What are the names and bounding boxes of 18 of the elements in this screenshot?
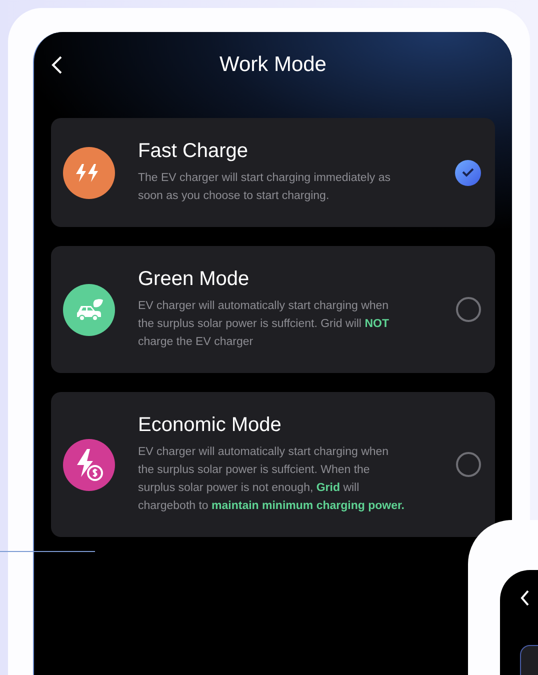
mode-card[interactable]: Fast Charge The EV charger will start charging immediately as soon as you choose to start charging.	[51, 118, 495, 227]
radio-checked[interactable]	[455, 160, 481, 186]
back-icon[interactable]	[51, 56, 63, 74]
mode-description: EV charger will automatically start charging when the surplus solar power is suffcient. Grid will NOT charge the EV charger	[138, 299, 390, 350]
mode-title: Fast Charge	[138, 140, 250, 163]
bolt-coin-icon	[75, 448, 103, 480]
mode-card[interactable]: Green Mode EV charger will automatically start charging when the surplus solar power is suffcient. Grid will NOT charge the EV charger	[51, 246, 495, 373]
radio-button[interactable]	[456, 297, 481, 322]
screen-title: Work Mode	[220, 53, 326, 77]
back-icon	[520, 590, 530, 606]
mode-description: The EV charger will start charging immediately as soon as you choose to start charging.	[138, 171, 392, 204]
mode-title: Economic Mode	[138, 414, 282, 437]
mode-title: Green Mode	[138, 268, 250, 291]
radio-button[interactable]	[456, 452, 481, 477]
mode-description: EV charger will automatically start charging when the surplus solar power is suffcient. When the surplus solar power is not enough, Grid will chargeboth to maintain minimum charging power.	[138, 445, 406, 514]
check-icon	[462, 168, 474, 177]
mode-card[interactable]	[51, 392, 495, 537]
car-leaf-icon	[74, 298, 104, 322]
